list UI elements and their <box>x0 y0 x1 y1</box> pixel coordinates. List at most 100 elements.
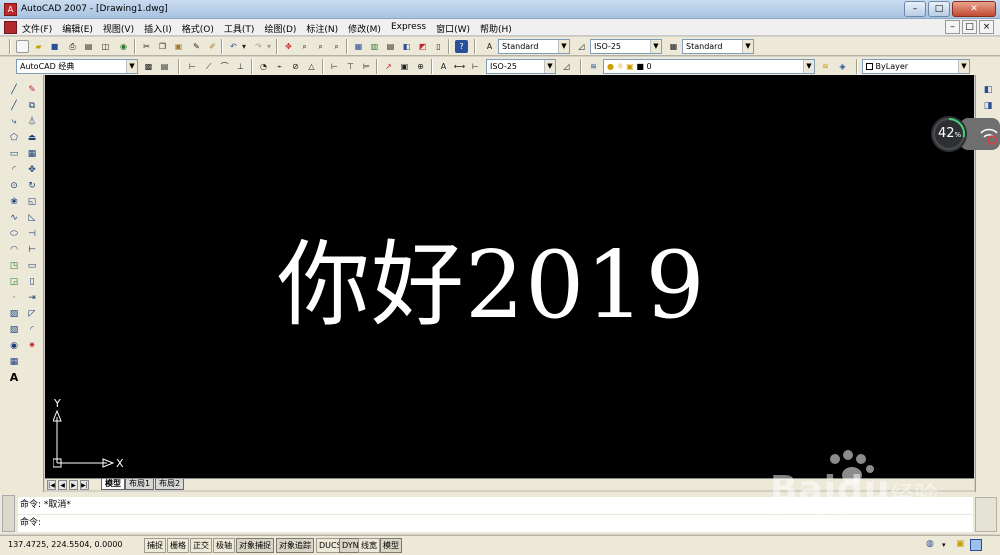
copy-object-icon[interactable]: ⧉ <box>25 99 39 113</box>
maximize-button[interactable]: □ <box>928 1 950 17</box>
menu-edit[interactable]: 编辑(E) <box>62 22 93 35</box>
polyline-icon[interactable]: ⤷ <box>7 115 21 129</box>
status-menu-icon[interactable]: ▾ <box>942 541 950 549</box>
quick-dim-icon[interactable]: ⊢ <box>328 60 341 73</box>
workspace-select[interactable]: AutoCAD 经典 ▼ <box>16 59 138 74</box>
scale-icon[interactable]: ◱ <box>25 195 39 209</box>
new-icon[interactable] <box>16 40 29 53</box>
doc-restore-button[interactable]: □ <box>962 20 977 34</box>
communication-center-icon[interactable]: ◍ <box>926 539 938 551</box>
block-editor-icon[interactable]: ✐ <box>206 40 219 53</box>
leader-icon[interactable]: ↗ <box>382 60 395 73</box>
erase-icon[interactable]: ✎ <box>25 83 39 97</box>
tab-layout2[interactable]: 布局2 <box>155 479 185 490</box>
publish-icon[interactable]: ◫ <box>99 40 112 53</box>
redo-dropdown-icon[interactable]: ▾ <box>265 40 273 53</box>
revision-cloud-icon[interactable]: ❀ <box>7 195 21 209</box>
doc-close-button[interactable]: × <box>979 20 994 34</box>
plot-preview-icon[interactable]: ▤ <box>82 40 95 53</box>
undo-dropdown-icon[interactable]: ▾ <box>240 40 248 53</box>
command-window-grip[interactable] <box>2 495 15 532</box>
design-center-icon[interactable]: ▥ <box>368 40 381 53</box>
menu-insert[interactable]: 插入(I) <box>144 22 172 35</box>
close-button[interactable]: ✕ <box>952 1 996 17</box>
save-icon[interactable]: ■ <box>48 40 61 53</box>
rectangle-icon[interactable]: ▭ <box>7 147 21 161</box>
break-at-point-icon[interactable]: ▭ <box>25 259 39 273</box>
next-tab-icon[interactable]: ▶ <box>69 480 78 490</box>
redo-icon[interactable]: ↷ <box>252 40 265 53</box>
workspace-settings-icon[interactable]: ▩ <box>142 60 155 73</box>
prev-tab-icon[interactable]: ◀ <box>58 480 67 490</box>
ordinate-dim-icon[interactable]: ⊥ <box>234 60 247 73</box>
insert-block-icon[interactable]: ◳ <box>7 259 21 273</box>
linear-dim-icon[interactable]: ⊢ <box>186 60 199 73</box>
pan-icon[interactable]: ✥ <box>282 40 295 53</box>
dim-style-select-2[interactable]: ISO-25 ▼ <box>486 59 556 74</box>
zoom-realtime-icon[interactable]: ⌕ <box>298 40 311 53</box>
polar-toggle[interactable]: 极轴 <box>213 538 235 553</box>
menu-format[interactable]: 格式(O) <box>182 22 214 35</box>
tool-palettes-icon[interactable]: ▤ <box>384 40 397 53</box>
make-block-icon[interactable]: ◲ <box>7 275 21 289</box>
markup-icon[interactable]: ◩ <box>416 40 429 53</box>
offset-icon[interactable]: ⏏ <box>25 131 39 145</box>
table-icon[interactable]: ▦ <box>7 355 21 369</box>
calculator-icon[interactable]: ▯ <box>432 40 445 53</box>
autocad-icon[interactable]: A <box>4 3 17 16</box>
line-icon[interactable]: ╱ <box>7 83 21 97</box>
send-to-back-icon[interactable]: ◨ <box>981 99 995 113</box>
dim-text-edit-icon[interactable]: ⟷ <box>453 60 466 73</box>
polygon-icon[interactable]: ⬠ <box>7 131 21 145</box>
extend-icon[interactable]: ⊢ <box>25 243 39 257</box>
menu-window[interactable]: 窗口(W) <box>436 22 470 35</box>
color-select[interactable]: ByLayer ▼ <box>862 59 970 74</box>
model-toggle[interactable]: 模型 <box>380 538 402 553</box>
point-icon[interactable]: · <box>7 291 21 305</box>
design-web-icon[interactable]: ◉ <box>117 40 130 53</box>
grid-toggle[interactable]: 栅格 <box>167 538 189 553</box>
ortho-toggle[interactable]: 正交 <box>190 538 212 553</box>
move-icon[interactable]: ✥ <box>25 163 39 177</box>
table-style-icon[interactable]: ▦ <box>667 40 680 53</box>
menu-tools[interactable]: 工具(T) <box>224 22 255 35</box>
trim-icon[interactable]: ⊣ <box>25 227 39 241</box>
region-icon[interactable]: ◉ <box>7 339 21 353</box>
arc-length-icon[interactable]: ⌒ <box>218 60 231 73</box>
zoom-previous-icon[interactable]: ⌕ <box>330 40 343 53</box>
dim-edit-icon[interactable]: A <box>437 60 450 73</box>
layer-manager-icon[interactable]: ≋ <box>587 60 600 73</box>
diameter-dim-icon[interactable]: ⊘ <box>289 60 302 73</box>
print-icon[interactable]: ⎙ <box>66 40 79 53</box>
hatch-icon[interactable]: ▨ <box>7 307 21 321</box>
menu-dimension[interactable]: 标注(N) <box>306 22 338 35</box>
dim-update-icon[interactable]: ⊢ <box>469 60 482 73</box>
last-tab-icon[interactable]: ▶| <box>80 480 89 490</box>
tab-model[interactable]: 模型 <box>101 479 125 490</box>
jogged-dim-icon[interactable]: ⌁ <box>273 60 286 73</box>
menu-view[interactable]: 视图(V) <box>103 22 134 35</box>
gradient-icon[interactable]: ▧ <box>7 323 21 337</box>
drawing-canvas[interactable]: 你好2019 Y X <box>45 75 974 478</box>
lineweight-toggle[interactable]: 线宽 <box>358 538 380 553</box>
text-style-icon[interactable]: A <box>483 40 496 53</box>
array-icon[interactable]: ▦ <box>25 147 39 161</box>
dim-style-manager-icon[interactable]: ◿ <box>560 60 573 73</box>
explode-icon[interactable]: ✷ <box>25 339 39 353</box>
stretch-icon[interactable]: ◺ <box>25 211 39 225</box>
osnap-toggle[interactable]: 对象捕捉 <box>236 538 274 553</box>
command-input[interactable]: 命令: <box>18 515 973 532</box>
minimize-button[interactable]: – <box>904 1 926 17</box>
angular-dim-icon[interactable]: △ <box>305 60 318 73</box>
cut-icon[interactable]: ✂ <box>140 40 153 53</box>
match-properties-icon[interactable]: ✎ <box>190 40 203 53</box>
tolerance-icon[interactable]: ▣ <box>398 60 411 73</box>
chamfer-icon[interactable]: ◸ <box>25 307 39 321</box>
menu-express[interactable]: Express <box>391 22 426 35</box>
open-icon[interactable]: ▰ <box>32 40 45 53</box>
doc-minimize-button[interactable]: – <box>945 20 960 34</box>
tab-layout1[interactable]: 布局1 <box>125 479 155 490</box>
undo-icon[interactable]: ↶ <box>227 40 240 53</box>
clean-screen-icon[interactable] <box>970 539 982 551</box>
drawing-icon[interactable] <box>4 21 17 34</box>
